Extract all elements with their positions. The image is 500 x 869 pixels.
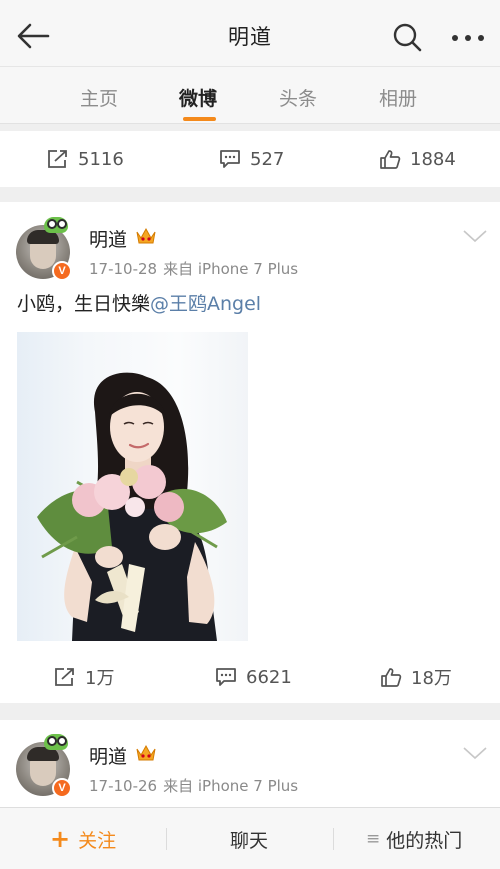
post-photo[interactable] <box>17 332 248 641</box>
like-count: 1884 <box>410 148 456 170</box>
divider <box>166 828 167 850</box>
post-source: 来自 iPhone 7 Plus <box>163 260 299 278</box>
comment-button[interactable]: 6621 <box>215 651 292 703</box>
bottom-action-bar: + 关注 聊天 ≡ 他的热门 <box>0 807 500 869</box>
like-button[interactable]: 1884 <box>379 131 456 187</box>
comment-button[interactable]: 527 <box>219 131 284 187</box>
comment-icon <box>216 668 236 686</box>
page-title: 明道 <box>228 25 272 49</box>
tab-headlines[interactable]: 头条 <box>279 84 317 111</box>
tab-album[interactable]: 相册 <box>379 84 417 111</box>
weibo-post: V 明道 17-10-26 来自 iPhone 7 Plus <box>0 720 500 810</box>
repost-button[interactable]: 5116 <box>47 131 124 187</box>
tab-weibo[interactable]: 微博 <box>179 84 217 111</box>
back-arrow-icon[interactable] <box>16 22 50 50</box>
chevron-down-icon[interactable] <box>462 229 488 243</box>
top-nav-bar: 明道 <box>0 6 500 66</box>
repost-count: 5116 <box>78 148 124 170</box>
prev-post-footer: 5116 527 1884 <box>0 131 500 187</box>
mention-link[interactable]: @王鸥Angel <box>150 293 261 315</box>
like-button[interactable]: 18万 <box>380 651 452 703</box>
like-count: 18万 <box>411 668 452 689</box>
repost-icon <box>55 668 74 686</box>
tab-home[interactable]: 主页 <box>80 84 118 111</box>
post-meta: 17-10-26 来自 iPhone 7 Plus <box>89 775 298 796</box>
author-name[interactable]: 明道 <box>89 742 127 769</box>
active-tab-indicator <box>183 117 216 121</box>
plus-icon: + <box>50 825 71 853</box>
divider <box>333 828 334 850</box>
post-meta: 17-10-28 来自 iPhone 7 Plus <box>89 258 298 279</box>
post-date: 17-10-28 <box>89 260 158 278</box>
repost-count: 1万 <box>85 668 115 689</box>
chevron-down-icon[interactable] <box>462 746 488 760</box>
chat-label: 聊天 <box>230 829 269 852</box>
more-icon[interactable] <box>450 32 486 44</box>
profile-page: 明道 主页 微博 头条 相册 5116 527 1884 V 明道 17-10-… <box>0 0 500 869</box>
menu-icon: ≡ <box>366 829 381 849</box>
author-name[interactable]: 明道 <box>89 225 127 252</box>
profile-tabs: 主页 微博 头条 相册 <box>0 66 500 124</box>
repost-icon <box>48 150 67 168</box>
like-icon <box>380 149 401 169</box>
avatar[interactable]: V <box>16 217 72 281</box>
search-icon[interactable] <box>392 22 422 52</box>
like-icon <box>381 667 402 687</box>
verified-icon: V <box>52 778 72 798</box>
post-body: 小鸥，生日快樂 <box>17 293 151 315</box>
avatar[interactable]: V <box>16 734 72 798</box>
comment-icon <box>220 150 240 168</box>
weibo-post: V 明道 17-10-28 来自 iPhone 7 Plus 小鸥，生日快樂@王鸥… <box>0 202 500 703</box>
comment-count: 527 <box>250 148 285 170</box>
verified-icon: V <box>52 261 72 281</box>
frog-badge-icon <box>44 734 68 750</box>
post-text: 小鸥，生日快樂@王鸥Angel <box>17 289 261 316</box>
hot-label: 他的热门 <box>386 829 463 852</box>
crown-icon <box>136 744 156 761</box>
chat-button[interactable]: 聊天 <box>230 808 268 869</box>
post-source: 来自 iPhone 7 Plus <box>163 777 299 795</box>
follow-label: 关注 <box>78 829 117 852</box>
comment-count: 6621 <box>246 666 292 688</box>
frog-badge-icon <box>44 217 68 233</box>
hot-posts-button[interactable]: ≡ 他的热门 <box>366 808 462 869</box>
repost-button[interactable]: 1万 <box>54 651 114 703</box>
follow-button[interactable]: + 关注 <box>50 808 116 869</box>
photo-illustration <box>37 372 227 641</box>
crown-icon <box>136 227 156 244</box>
post-date: 17-10-26 <box>89 777 158 795</box>
